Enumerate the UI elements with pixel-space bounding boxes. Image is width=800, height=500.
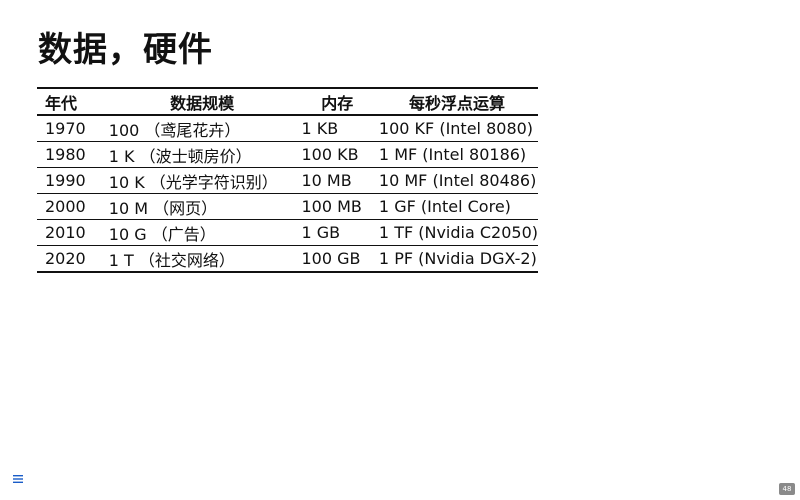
- cell-flops: 1 TF (Nvidia C2050): [378, 223, 538, 242]
- cell-memory: 100 MB: [301, 197, 362, 216]
- table-row: 1990 10 K （光学字符识别） 10 MB 10 MF (Intel 80…: [37, 168, 538, 194]
- cell-year: 2000: [45, 197, 86, 216]
- cell-flops: 10 MF (Intel 80486): [378, 171, 537, 190]
- header-year: 年代: [45, 93, 78, 113]
- cell-year: 2010: [45, 223, 86, 242]
- cell-memory: 1 KB: [301, 119, 339, 138]
- cell-year: 2020: [45, 249, 86, 268]
- cell-year: 1970: [45, 119, 86, 138]
- table-row: 1980 1 K （波士顿房价） 100 KB 1 MF (Intel 8018…: [37, 142, 538, 168]
- page-title: 数据，硬件: [38, 30, 213, 70]
- header-flops: 每秒浮点运算: [408, 93, 505, 113]
- table-row: 2010 10 G （广告） 1 GB 1 TF (Nvidia C2050): [37, 220, 538, 246]
- cell-flops: 1 MF (Intel 80186): [378, 145, 527, 164]
- table-row: 2020 1 T （社交网络） 100 GB 1 PF (Nvidia DGX-…: [37, 246, 538, 272]
- cell-flops: 100 KF (Intel 8080): [378, 119, 534, 138]
- cell-year: 1990: [45, 171, 86, 190]
- menu-icon-glyph: [13, 475, 23, 483]
- cell-data-scale: 100 （鸢尾花卉）: [108, 120, 241, 140]
- cell-flops: 1 GF (Intel Core): [378, 197, 511, 216]
- data-hardware-table: 年代 数据规模 内存 每秒浮点运算 1970 100 （鸢尾花卉） 1 KB 1…: [37, 87, 538, 273]
- menu-icon[interactable]: [11, 472, 25, 486]
- header-data-scale: 数据规模: [170, 93, 235, 113]
- table-row: 1970 100 （鸢尾花卉） 1 KB 100 KF (Intel 8080): [37, 115, 538, 142]
- cell-data-scale: 10 M （网页）: [108, 198, 218, 218]
- cell-memory: 100 KB: [301, 145, 359, 164]
- table-row: 2000 10 M （网页） 100 MB 1 GF (Intel Core): [37, 194, 538, 220]
- cell-memory: 10 MB: [301, 171, 352, 190]
- cell-data-scale: 10 G （广告）: [108, 224, 216, 244]
- cell-data-scale: 1 T （社交网络）: [108, 250, 235, 270]
- cell-flops: 1 PF (Nvidia DGX-2): [378, 249, 537, 268]
- table-header-row: 年代 数据规模 内存 每秒浮点运算: [37, 88, 538, 115]
- cell-year: 1980: [45, 145, 86, 164]
- page-number-badge: 48: [779, 483, 795, 495]
- cell-memory: 100 GB: [301, 249, 361, 268]
- header-memory: 内存: [321, 93, 354, 113]
- cell-data-scale: 1 K （波士顿房价）: [108, 146, 252, 166]
- cell-data-scale: 10 K （光学字符识别）: [108, 172, 278, 192]
- cell-memory: 1 GB: [301, 223, 341, 242]
